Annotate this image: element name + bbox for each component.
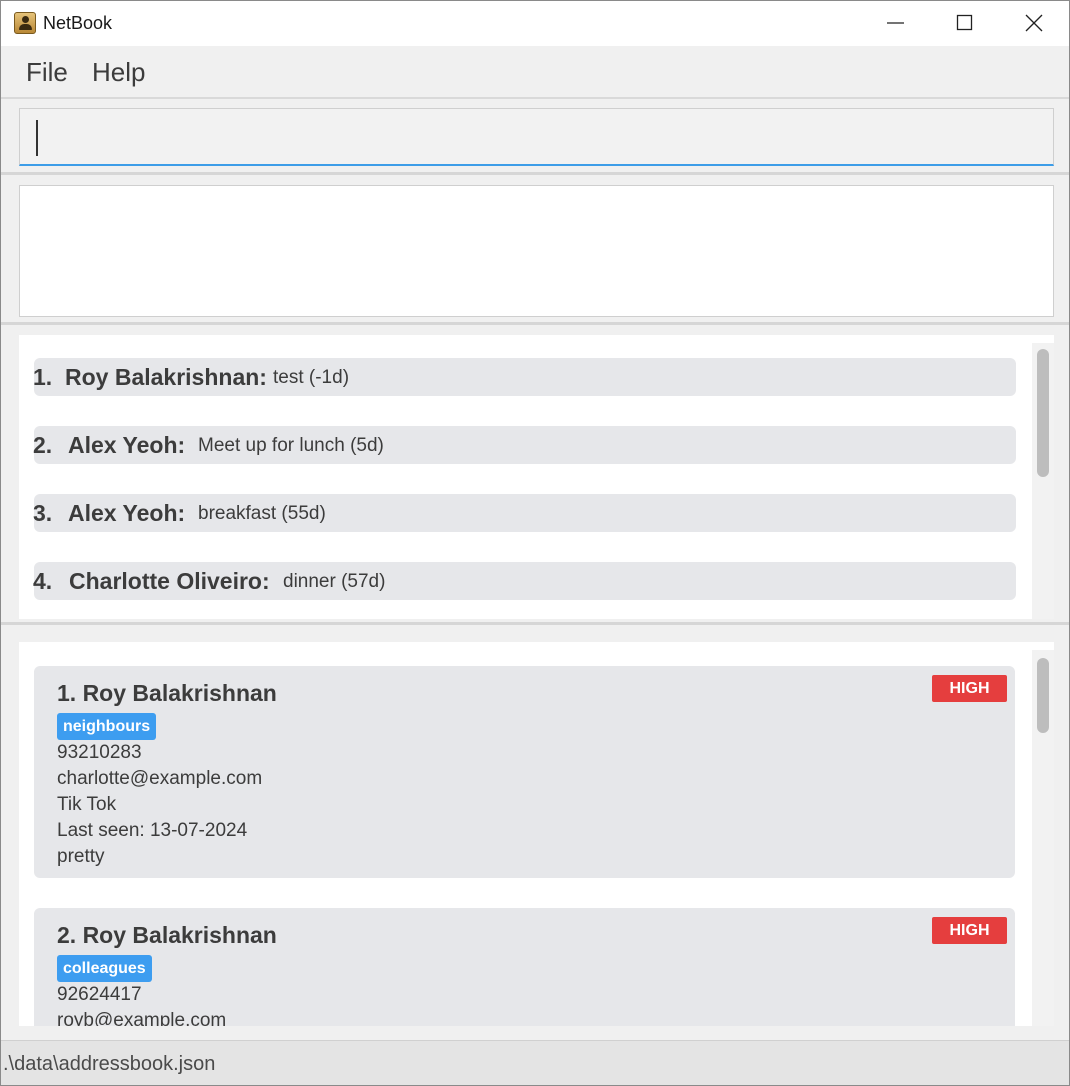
event-person-name: Charlotte Oliveiro:	[69, 568, 270, 594]
person-email: royb@example.com	[57, 1010, 227, 1026]
person-pane: 1. Roy Balakrishnan neighbours HIGH 9321…	[1, 628, 1069, 1040]
menu-bar: File Help	[1, 46, 1069, 99]
event-description: test (-1d)	[273, 367, 350, 388]
event-pane: 1. Roy Balakrishnan: test (-1d) 2. Alex …	[1, 327, 1069, 625]
menu-file[interactable]: File	[26, 57, 68, 88]
event-person-name: Alex Yeoh:	[68, 500, 186, 526]
person-last-seen: Last seen: 13-07-2024	[57, 820, 248, 841]
save-location-path: .\data\addressbook.json	[3, 1053, 216, 1075]
window-title: NetBook	[43, 13, 113, 33]
maximize-icon	[956, 14, 973, 31]
priority-badge: HIGH	[932, 917, 1007, 944]
minimize-button[interactable]	[861, 1, 931, 46]
tag-badge: colleagues	[57, 955, 152, 982]
address-book-icon	[14, 12, 36, 34]
status-bar: .\data\addressbook.json	[1, 1040, 1069, 1085]
minimize-icon	[887, 22, 904, 24]
event-card[interactable]: 4. Charlotte Oliveiro: dinner (57d)	[33, 562, 1016, 600]
priority-badge: HIGH	[932, 675, 1007, 702]
event-card[interactable]: 3. Alex Yeoh: breakfast (55d)	[33, 494, 1016, 532]
person-list-scroll-thumb[interactable]	[1037, 658, 1049, 733]
event-person-name: Roy Balakrishnan:	[65, 364, 267, 390]
person-name: 1. Roy Balakrishnan	[57, 680, 277, 706]
command-pane	[1, 100, 1069, 175]
event-card[interactable]: 2. Alex Yeoh: Meet up for lunch (5d)	[33, 426, 1016, 464]
person-platform: Tik Tok	[57, 794, 117, 815]
event-index: 2.	[33, 432, 53, 458]
person-list-scrollbar[interactable]	[1032, 650, 1054, 1026]
person-phone: 92624417	[57, 984, 142, 1005]
event-description: breakfast (55d)	[198, 503, 326, 524]
close-icon	[1025, 14, 1043, 32]
person-name: 2. Roy Balakrishnan	[57, 922, 277, 948]
person-email: charlotte@example.com	[57, 768, 263, 789]
close-button[interactable]	[999, 1, 1069, 46]
person-remark: pretty	[57, 846, 105, 867]
event-person-name: Alex Yeoh:	[68, 432, 186, 458]
result-display	[19, 185, 1054, 317]
menu-help[interactable]: Help	[92, 57, 145, 88]
title-bar: NetBook	[1, 1, 1069, 46]
text-cursor	[36, 120, 38, 156]
app-window: NetBook File Help 1. Roy Balakrishnan: t…	[0, 0, 1070, 1086]
event-list-scroll-thumb[interactable]	[1037, 349, 1049, 477]
person-phone: 93210283	[57, 742, 142, 763]
event-list[interactable]: 1. Roy Balakrishnan: test (-1d) 2. Alex …	[19, 335, 1054, 619]
person-card[interactable]: 2. Roy Balakrishnan colleagues HIGH 9262…	[34, 908, 1015, 1026]
event-index: 4.	[33, 568, 53, 594]
event-index: 3.	[33, 500, 53, 526]
result-pane	[1, 177, 1069, 325]
event-index: 1.	[33, 364, 53, 390]
command-input[interactable]	[19, 108, 1054, 166]
event-description: Meet up for lunch (5d)	[198, 435, 384, 456]
event-card[interactable]: 1. Roy Balakrishnan: test (-1d)	[33, 358, 1016, 396]
tag-badge: neighbours	[57, 713, 157, 740]
event-list-scrollbar[interactable]	[1032, 343, 1054, 619]
event-description: dinner (57d)	[283, 571, 386, 592]
maximize-button[interactable]	[930, 1, 1000, 46]
person-list[interactable]: 1. Roy Balakrishnan neighbours HIGH 9321…	[19, 642, 1054, 1026]
person-card[interactable]: 1. Roy Balakrishnan neighbours HIGH 9321…	[34, 666, 1015, 878]
